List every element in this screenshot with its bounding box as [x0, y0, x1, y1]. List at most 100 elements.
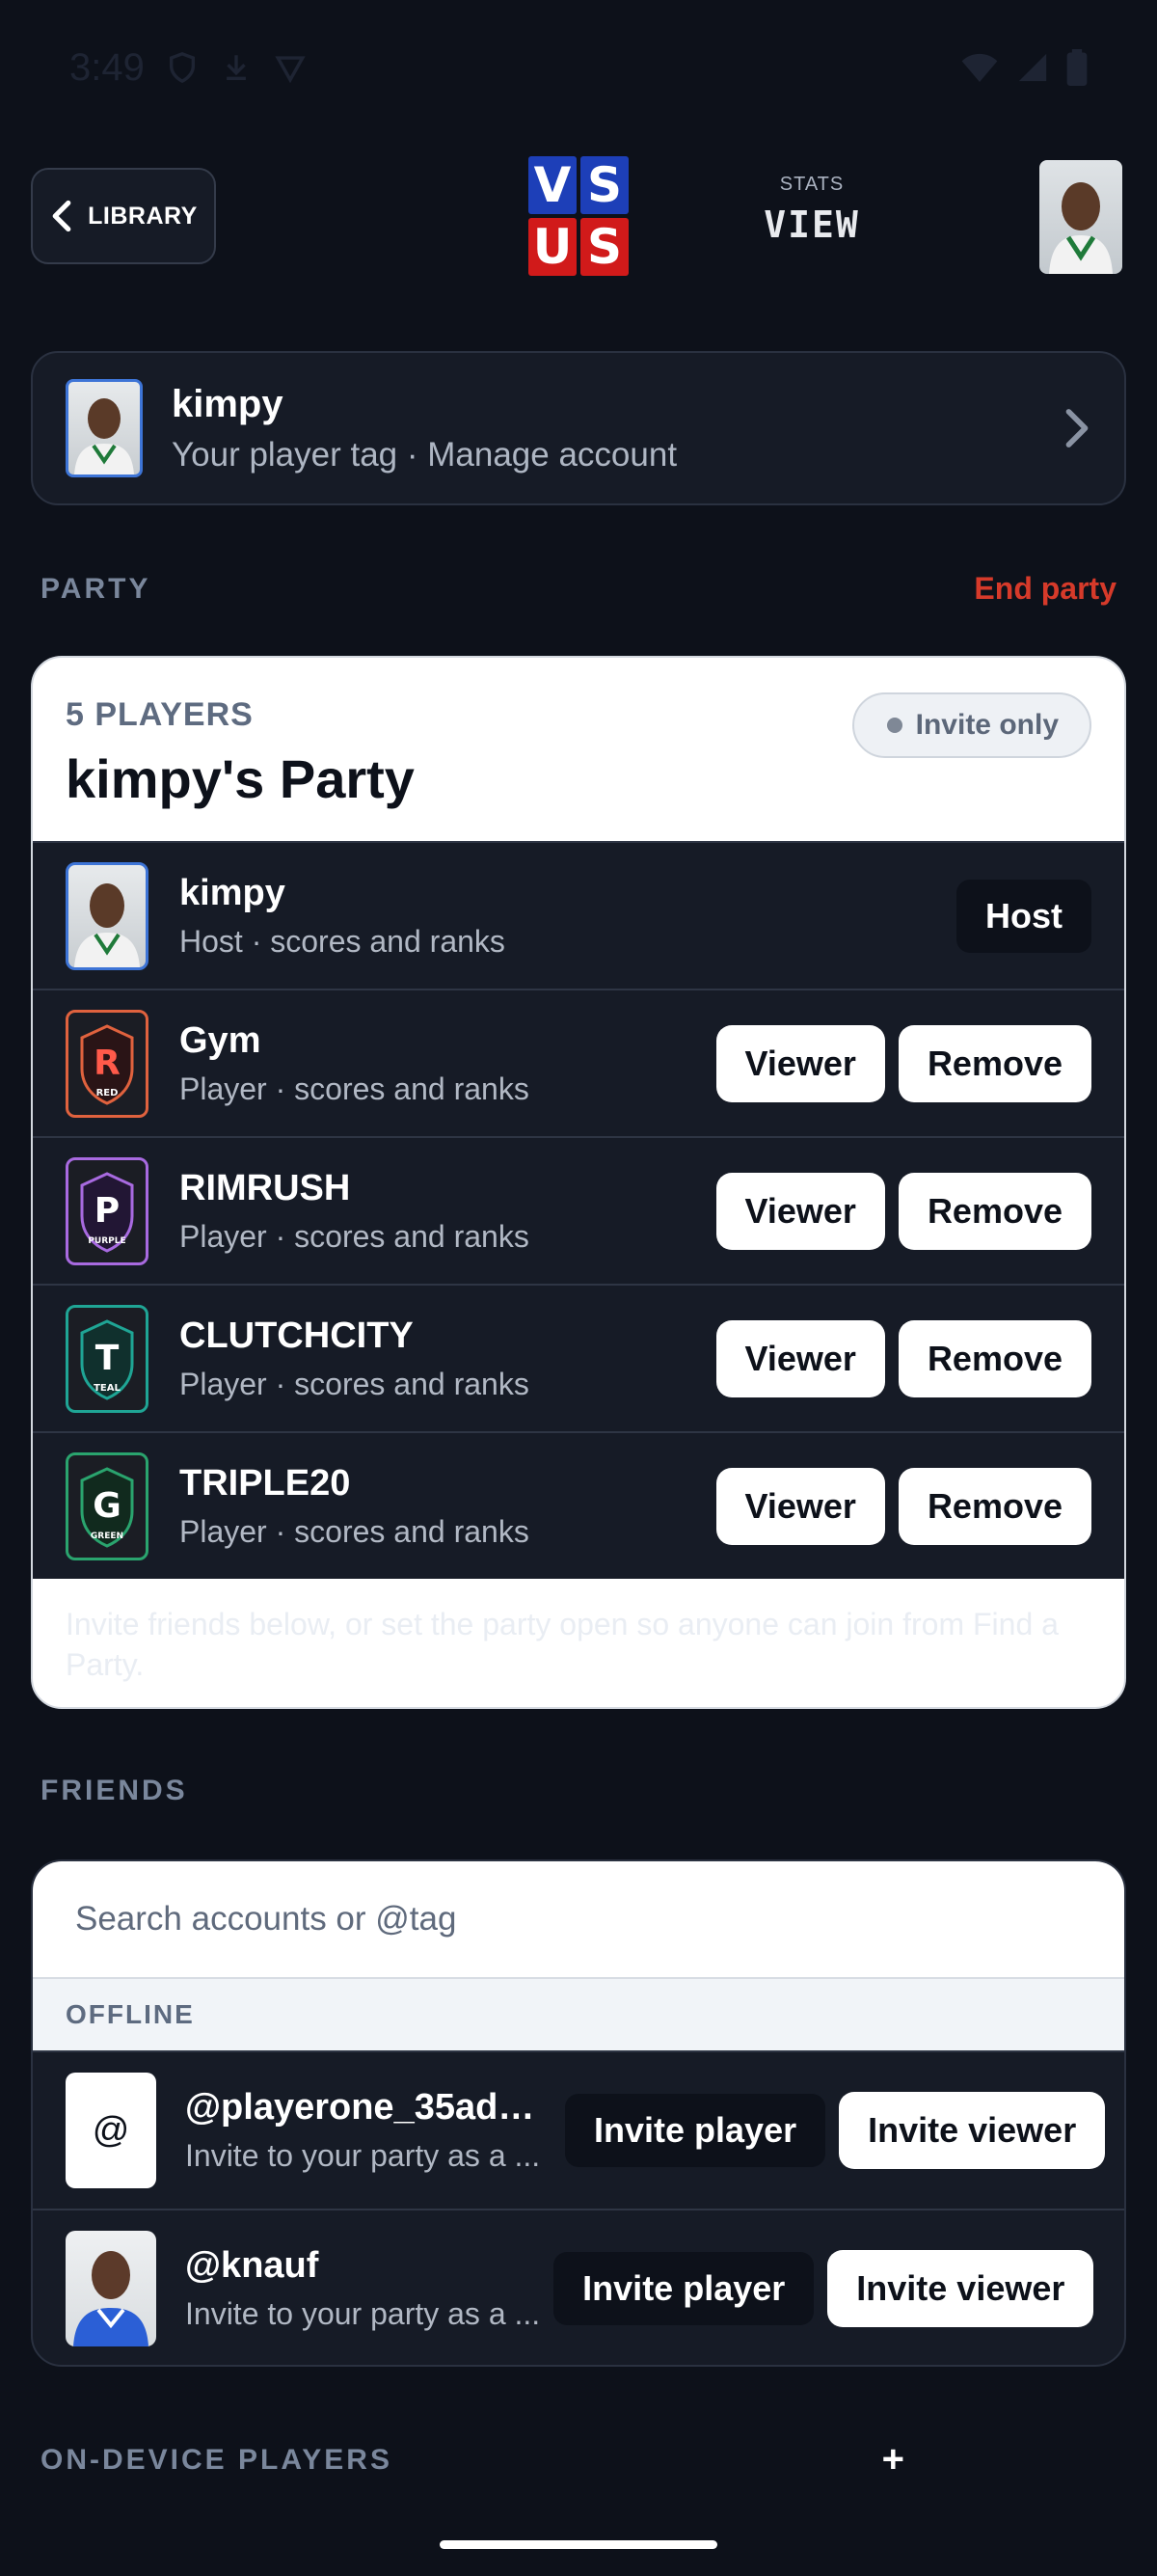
svg-text:T: T	[95, 1339, 120, 1378]
chevron-right-icon	[1065, 409, 1089, 447]
battery-icon	[1066, 49, 1088, 86]
library-back-button[interactable]: LIBRARY	[31, 168, 216, 264]
member-name: RIMRUSH	[179, 1167, 351, 1208]
friends-section-title: FRIENDS	[40, 1775, 188, 1806]
remove-button[interactable]: Remove	[898, 1024, 1091, 1102]
svg-text:GREEN: GREEN	[91, 1532, 123, 1541]
friend-name: @knauf	[185, 2245, 319, 2286]
party-card: 5 PLAYERS kimpy's Party Invite only kimp…	[31, 656, 1126, 1709]
member-subtitle: Player · scores and ranks	[179, 1071, 529, 1106]
team-badge-icon: R RED	[80, 1023, 134, 1105]
friends-card: Search accounts or @tag OFFLINE @ @playe…	[31, 1859, 1126, 2367]
ondevice-section-header: ON-DEVICE PLAYERS +	[40, 2438, 1117, 2481]
stats-view-button[interactable]: STATS VIEW	[764, 174, 860, 246]
end-party-button[interactable]: End party	[974, 571, 1117, 607]
stats-label: STATS	[779, 174, 845, 195]
player-portrait-icon	[1049, 182, 1113, 274]
library-label: LIBRARY	[88, 202, 198, 230]
status-time: 3:49	[69, 45, 145, 89]
player-portrait-icon	[73, 2251, 148, 2346]
member-avatar: T TEAL	[66, 1304, 148, 1413]
account-card[interactable]: kimpy Your player tag · Manage account	[31, 351, 1126, 505]
signal-icon	[1018, 53, 1047, 82]
status-bar: 3:49	[0, 0, 1157, 135]
member-name: TRIPLE20	[179, 1462, 351, 1504]
party-member-row: T TEAL CLUTCHCITY Player · scores and ra…	[33, 1284, 1124, 1431]
party-section-title: PARTY	[40, 572, 151, 605]
member-subtitle: Player · scores and ranks	[179, 1218, 529, 1254]
svg-text:PURPLE: PURPLE	[88, 1236, 125, 1246]
friend-name: @playerone_35adda...	[185, 2087, 552, 2128]
view-label: VIEW	[764, 203, 860, 246]
top-bar: LIBRARY V S U S STATS VIEW	[31, 156, 1126, 276]
account-name: kimpy	[172, 382, 283, 425]
friend-subtitle: Invite to your party as a ...	[185, 2138, 541, 2173]
party-section-header: PARTY End party	[40, 571, 1117, 607]
host-badge: Host	[956, 879, 1091, 953]
download-icon	[226, 55, 246, 81]
team-badge-icon: P PURPLE	[80, 1171, 134, 1253]
wifi-icon	[961, 53, 998, 82]
logo-letter: S	[580, 218, 629, 276]
account-avatar	[66, 379, 143, 477]
party-header: 5 PLAYERS kimpy's Party Invite only	[33, 658, 1124, 841]
search-input[interactable]: Search accounts or @tag	[33, 1861, 1124, 1979]
friend-row: @knauf Invite to your party as a ... Inv…	[33, 2209, 1124, 2365]
svg-text:TEAL: TEAL	[94, 1383, 121, 1394]
home-indicator[interactable]	[440, 2540, 717, 2549]
account-subtitle: Your player tag · Manage account	[172, 435, 678, 474]
invite-player-button[interactable]: Invite player	[553, 2252, 815, 2325]
friend-subtitle: Invite to your party as a ...	[185, 2296, 541, 2331]
invite-viewer-button[interactable]: Invite viewer	[827, 2250, 1094, 2327]
member-subtitle: Host · scores and ranks	[179, 923, 505, 959]
party-member-row: P PURPLE RIMRUSH Player · scores and ran…	[33, 1136, 1124, 1284]
player-portrait-icon	[74, 882, 140, 967]
ondevice-section-title: ON-DEVICE PLAYERS	[40, 2443, 392, 2476]
vsus-logo: V S U S	[528, 156, 629, 276]
logo-letter: V	[528, 156, 577, 214]
shield-icon	[169, 52, 195, 84]
member-name: kimpy	[179, 872, 285, 913]
member-avatar: P PURPLE	[66, 1156, 148, 1265]
member-subtitle: Player · scores and ranks	[179, 1513, 529, 1549]
party-footer-hint: Invite friends below, or set the party o…	[66, 1607, 1059, 1682]
visibility-label: Invite only	[915, 709, 1059, 741]
remove-button[interactable]: Remove	[898, 1172, 1091, 1250]
friend-row: @ @playerone_35adda... Invite to your pa…	[33, 2050, 1124, 2209]
invite-viewer-button[interactable]: Invite viewer	[839, 2092, 1106, 2169]
friends-section-header: FRIENDS	[40, 1775, 1117, 1807]
svg-text:P: P	[94, 1191, 120, 1231]
member-avatar: G GREEN	[66, 1451, 148, 1560]
add-player-button[interactable]: +	[882, 2438, 904, 2481]
status-dot-icon	[886, 718, 902, 733]
team-badge-icon: T TEAL	[80, 1318, 134, 1400]
party-member-row: kimpy Host · scores and ranks Host	[33, 841, 1124, 989]
remove-button[interactable]: Remove	[898, 1467, 1091, 1545]
member-name: CLUTCHCITY	[179, 1315, 414, 1356]
profile-avatar[interactable]	[1039, 160, 1122, 274]
party-member-row: R RED Gym Player · scores and ranks View…	[33, 989, 1124, 1136]
visibility-toggle[interactable]: Invite only	[851, 692, 1091, 758]
remove-button[interactable]: Remove	[898, 1319, 1091, 1397]
invite-player-button[interactable]: Invite player	[565, 2094, 826, 2167]
member-avatar	[66, 861, 148, 970]
party-member-row: G GREEN TRIPLE20 Player · scores and ran…	[33, 1431, 1124, 1579]
logo-letter: S	[580, 156, 629, 214]
viewer-button[interactable]: Viewer	[715, 1024, 885, 1102]
svg-text:G: G	[93, 1486, 121, 1526]
member-name: Gym	[179, 1019, 261, 1061]
viewer-button[interactable]: Viewer	[715, 1467, 885, 1545]
svg-text:RED: RED	[96, 1088, 119, 1098]
member-subtitle: Player · scores and ranks	[179, 1366, 529, 1401]
offline-label: OFFLINE	[33, 1979, 1124, 2050]
player-portrait-icon	[74, 398, 134, 475]
chevron-left-icon	[52, 200, 71, 232]
viewer-button[interactable]: Viewer	[715, 1319, 885, 1397]
svg-text:R: R	[94, 1044, 121, 1083]
logo-letter: U	[528, 218, 577, 276]
friend-avatar: @	[66, 2073, 156, 2188]
member-avatar: R RED	[66, 1009, 148, 1118]
viewer-button[interactable]: Viewer	[715, 1172, 885, 1250]
team-badge-icon: G GREEN	[80, 1466, 134, 1548]
vpn-icon	[275, 56, 306, 84]
